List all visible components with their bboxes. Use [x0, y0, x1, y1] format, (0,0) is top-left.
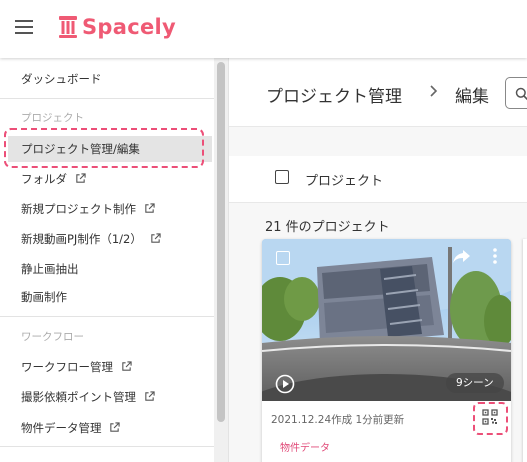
app-header: Spacely: [0, 0, 527, 58]
page-title: プロジェクト管理: [266, 87, 402, 107]
project-thumbnail[interactable]: 9シーン: [262, 239, 511, 401]
select-all-row: プロジェクト: [229, 156, 527, 203]
sidebar-divider: [0, 98, 214, 99]
qr-code-icon[interactable]: [482, 409, 498, 425]
sidebar-item-new-project[interactable]: 新規プロジェクト制作: [8, 196, 212, 222]
project-count: 21 件のプロジェクト: [265, 220, 390, 235]
search-icon: [515, 87, 527, 101]
sidebar-item-label: フォルダ: [21, 172, 67, 186]
section-label-workflow: ワークフロー: [21, 331, 84, 343]
sidebar-divider: [0, 446, 214, 447]
external-link-icon: [150, 233, 161, 243]
share-icon[interactable]: [452, 246, 472, 266]
sidebar-item-label: プロジェクト管理/編集: [21, 142, 140, 156]
main-content: プロジェクト管理 編集 プロジェクト 21 件のプロジェクト 9シーン 2021…: [229, 58, 527, 462]
sidebar-item-video-make[interactable]: 動画制作: [8, 284, 212, 310]
brand-name: Spacely: [82, 15, 177, 39]
sidebar-item-workflow-manage[interactable]: ワークフロー管理: [8, 354, 212, 380]
card-tag: 物件データ: [280, 443, 330, 454]
external-link-icon: [75, 173, 86, 183]
sidebar-item-new-video[interactable]: 新規動画PJ制作（1/2）: [8, 226, 212, 252]
sidebar-item-label: ワークフロー管理: [21, 360, 113, 374]
sidebar-item-label: 静止画抽出: [21, 262, 79, 276]
hamburger-icon[interactable]: [15, 20, 33, 34]
pillar-logo-icon: [59, 16, 77, 38]
page-header: プロジェクト管理 編集: [229, 58, 527, 127]
sidebar-item-label: 動画制作: [21, 290, 67, 304]
sidebar-item-label: 撮影依頼ポイント管理: [21, 390, 136, 404]
sidebar-item-project-manage[interactable]: プロジェクト管理/編集: [8, 136, 212, 162]
external-link-icon: [121, 361, 132, 371]
project-card[interactable]: 9シーン 2021.12.24作成 1分前更新 物件データ: [262, 239, 511, 462]
sidebar-item-property-data[interactable]: 物件データ管理: [8, 415, 212, 441]
sidebar-item-shoot-points[interactable]: 撮影依頼ポイント管理: [8, 384, 212, 410]
next-project-card[interactable]: [523, 239, 527, 462]
external-link-icon: [110, 422, 120, 432]
external-link-icon: [144, 203, 155, 213]
external-link-icon: [144, 391, 155, 401]
sidebar-divider: [0, 316, 214, 317]
sidebar-item-still-extract[interactable]: 静止画抽出: [8, 256, 212, 282]
sidebar-item-label: 新規プロジェクト制作: [21, 202, 136, 216]
page-subtitle: 編集: [455, 87, 489, 107]
play-icon[interactable]: [275, 374, 295, 394]
section-label-project: プロジェクト: [21, 112, 84, 124]
search-input[interactable]: [505, 77, 527, 109]
sidebar-item-label: 物件データ管理: [21, 421, 102, 435]
card-meta: 2021.12.24作成 1分前更新: [271, 414, 405, 426]
card-checkbox[interactable]: [276, 251, 290, 265]
sidebar-item-label: ダッシュボード: [21, 72, 102, 86]
sidebar: ダッシュボード プロジェクト プロジェクト管理/編集 フォルダ 新規プロジェクト…: [0, 58, 229, 462]
select-all-checkbox[interactable]: [275, 170, 289, 184]
sidebar-item-dashboard[interactable]: ダッシュボード: [8, 66, 212, 92]
chevron-right-icon: [430, 85, 438, 97]
sidebar-item-folder[interactable]: フォルダ: [8, 166, 212, 192]
select-all-label: プロジェクト: [305, 174, 384, 189]
sidebar-item-label: 新規動画PJ制作（1/2）: [21, 232, 142, 246]
brand-logo[interactable]: Spacely: [58, 12, 176, 42]
more-vertical-icon[interactable]: [488, 246, 502, 266]
scene-count-badge: 9シーン: [446, 373, 504, 393]
sidebar-scrollbar-thumb[interactable]: [217, 62, 225, 422]
